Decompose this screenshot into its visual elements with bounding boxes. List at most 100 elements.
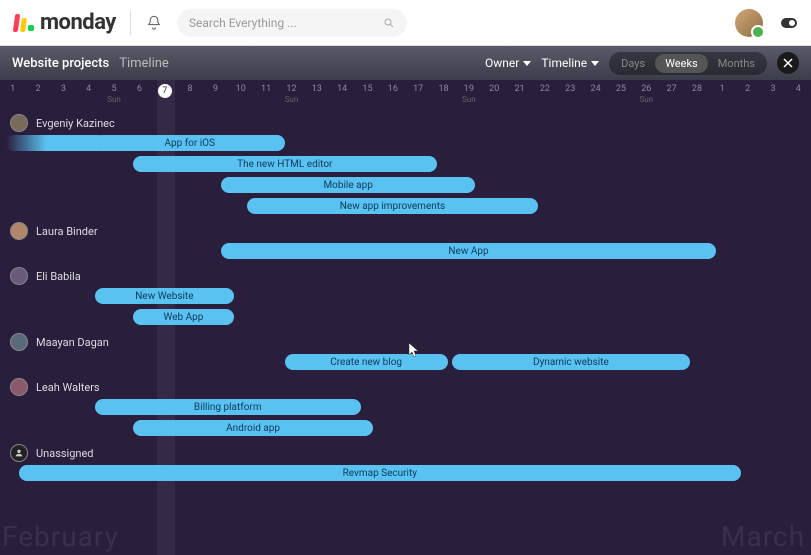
board-subtitle: Timeline xyxy=(119,56,169,71)
search-icon xyxy=(383,17,395,29)
date-cell: 27 xyxy=(659,80,684,110)
user-avatar[interactable] xyxy=(735,9,763,37)
timeline-row: Unassigned Revmap Security xyxy=(0,440,811,482)
person-name: Eli Babila xyxy=(36,270,81,283)
board-header: Website projects Timeline Owner Timeline… xyxy=(0,46,811,80)
chevron-down-icon xyxy=(591,61,599,66)
date-cell: 22 xyxy=(532,80,557,110)
date-cell: 21 xyxy=(507,80,532,110)
timeline-bar[interactable]: New Website xyxy=(95,288,234,304)
timeline-track: New App xyxy=(6,242,811,260)
board-title: Website projects xyxy=(12,56,109,71)
person-header: Leah Walters xyxy=(6,374,811,398)
date-cell: 24 xyxy=(583,80,608,110)
timeline-track: Mobile app xyxy=(6,176,811,194)
date-cell: 9 xyxy=(203,80,228,110)
date-cell: 4 xyxy=(786,80,811,110)
date-cell: 18 xyxy=(431,80,456,110)
person-name: Unassigned xyxy=(36,447,94,460)
person-name: Evgeniy Kazinec xyxy=(36,117,115,130)
timeline-bar[interactable]: Mobile app xyxy=(221,177,474,193)
close-button[interactable] xyxy=(777,52,799,74)
timeline-row: Leah WaltersBilling platform Android app xyxy=(0,374,811,437)
date-cell: 14 xyxy=(329,80,354,110)
view-dropdown[interactable]: Timeline xyxy=(541,56,599,70)
timeline-track: App for iOS xyxy=(6,134,811,152)
person-avatar[interactable] xyxy=(10,267,28,285)
date-cell: 4 xyxy=(76,80,101,110)
timeline-bar[interactable]: Billing platform xyxy=(95,399,361,415)
date-cell: 8 xyxy=(177,80,202,110)
date-cell: 1 xyxy=(0,80,25,110)
status-toggle[interactable] xyxy=(781,18,797,28)
date-cell: 20 xyxy=(482,80,507,110)
bell-icon[interactable] xyxy=(145,14,163,32)
timeline-track: Web App xyxy=(6,308,811,326)
month-label-left: February xyxy=(2,520,119,553)
timeline-bar[interactable]: New app improvements xyxy=(247,198,538,214)
timeline-view[interactable]: 12345Sun6789101112Sun13141516171819Sun20… xyxy=(0,80,811,555)
timeline-track: New app improvements xyxy=(6,197,811,215)
date-cell: 19Sun xyxy=(456,80,481,110)
timeline-track: Billing platform xyxy=(6,398,811,416)
unassigned-icon[interactable] xyxy=(10,444,28,462)
timeline-track: Revmap Security xyxy=(6,464,811,482)
search-input[interactable]: Search Everything ... xyxy=(177,9,407,37)
timeline-bar[interactable]: Android app xyxy=(133,420,374,436)
date-cell: 6 xyxy=(127,80,152,110)
scale-days[interactable]: Days xyxy=(611,54,655,73)
date-cell: 26Sun xyxy=(634,80,659,110)
timeline-row: Eli Babila New Website Web App xyxy=(0,263,811,326)
timeline-track: New Website xyxy=(6,287,811,305)
date-cell: 13 xyxy=(304,80,329,110)
date-cell: 12Sun xyxy=(279,80,304,110)
date-cell: 23 xyxy=(558,80,583,110)
person-avatar[interactable] xyxy=(10,333,28,351)
timeline-bar[interactable]: Create new blogDynamic website xyxy=(285,354,691,370)
timeline-bar[interactable]: App for iOS xyxy=(95,135,285,151)
timeline-bar[interactable]: The new HTML editor xyxy=(133,156,437,172)
timeline-bar[interactable]: New App xyxy=(221,243,715,259)
bar-segment[interactable]: Create new blog xyxy=(285,354,448,370)
scale-months[interactable]: Months xyxy=(708,54,765,73)
date-cell: 28 xyxy=(684,80,709,110)
date-cell: 1 xyxy=(710,80,735,110)
brand-logo[interactable]: monday xyxy=(14,10,116,35)
person-header: Maayan Dagan xyxy=(6,329,811,353)
person-avatar[interactable] xyxy=(10,222,28,240)
timeline-track: Android app xyxy=(6,419,811,437)
person-avatar[interactable] xyxy=(10,114,28,132)
date-cell: 17 xyxy=(406,80,431,110)
topbar: monday Search Everything ... xyxy=(0,0,811,46)
date-cell: 3 xyxy=(760,80,785,110)
group-by-dropdown[interactable]: Owner xyxy=(485,56,531,70)
person-header: Eli Babila xyxy=(6,263,811,287)
month-label-right: March xyxy=(721,520,805,553)
date-cell: 3 xyxy=(51,80,76,110)
bar-segment[interactable]: Dynamic website xyxy=(452,354,691,370)
date-cell: 15 xyxy=(355,80,380,110)
brand-name: monday xyxy=(40,10,116,35)
date-cell: 10 xyxy=(228,80,253,110)
scale-weeks[interactable]: Weeks xyxy=(655,54,708,73)
scale-segmented: Days Weeks Months xyxy=(609,52,767,75)
timeline-row: Evgeniy Kazinec App for iOS The new HTML e… xyxy=(0,110,811,215)
timeline-track: Create new blogDynamic website xyxy=(6,353,811,371)
date-cell: 25 xyxy=(608,80,633,110)
person-header: Unassigned xyxy=(6,440,811,464)
person-avatar[interactable] xyxy=(10,378,28,396)
date-cell: 2 xyxy=(735,80,760,110)
search-placeholder: Search Everything ... xyxy=(189,16,375,30)
divider xyxy=(130,11,131,35)
date-cell: 11 xyxy=(253,80,278,110)
date-cell: 2 xyxy=(25,80,50,110)
date-cell: 16 xyxy=(380,80,405,110)
timeline-row: Maayan Dagan Create new blogDynamic websi… xyxy=(0,329,811,371)
timeline-track: The new HTML editor xyxy=(6,155,811,173)
chevron-down-icon xyxy=(523,61,531,66)
timeline-bar[interactable]: Web App xyxy=(133,309,234,325)
person-name: Maayan Dagan xyxy=(36,336,109,349)
date-cell: 5Sun xyxy=(101,80,126,110)
timeline-bar[interactable]: Revmap Security xyxy=(19,465,741,481)
timeline-bar[interactable] xyxy=(6,135,107,151)
